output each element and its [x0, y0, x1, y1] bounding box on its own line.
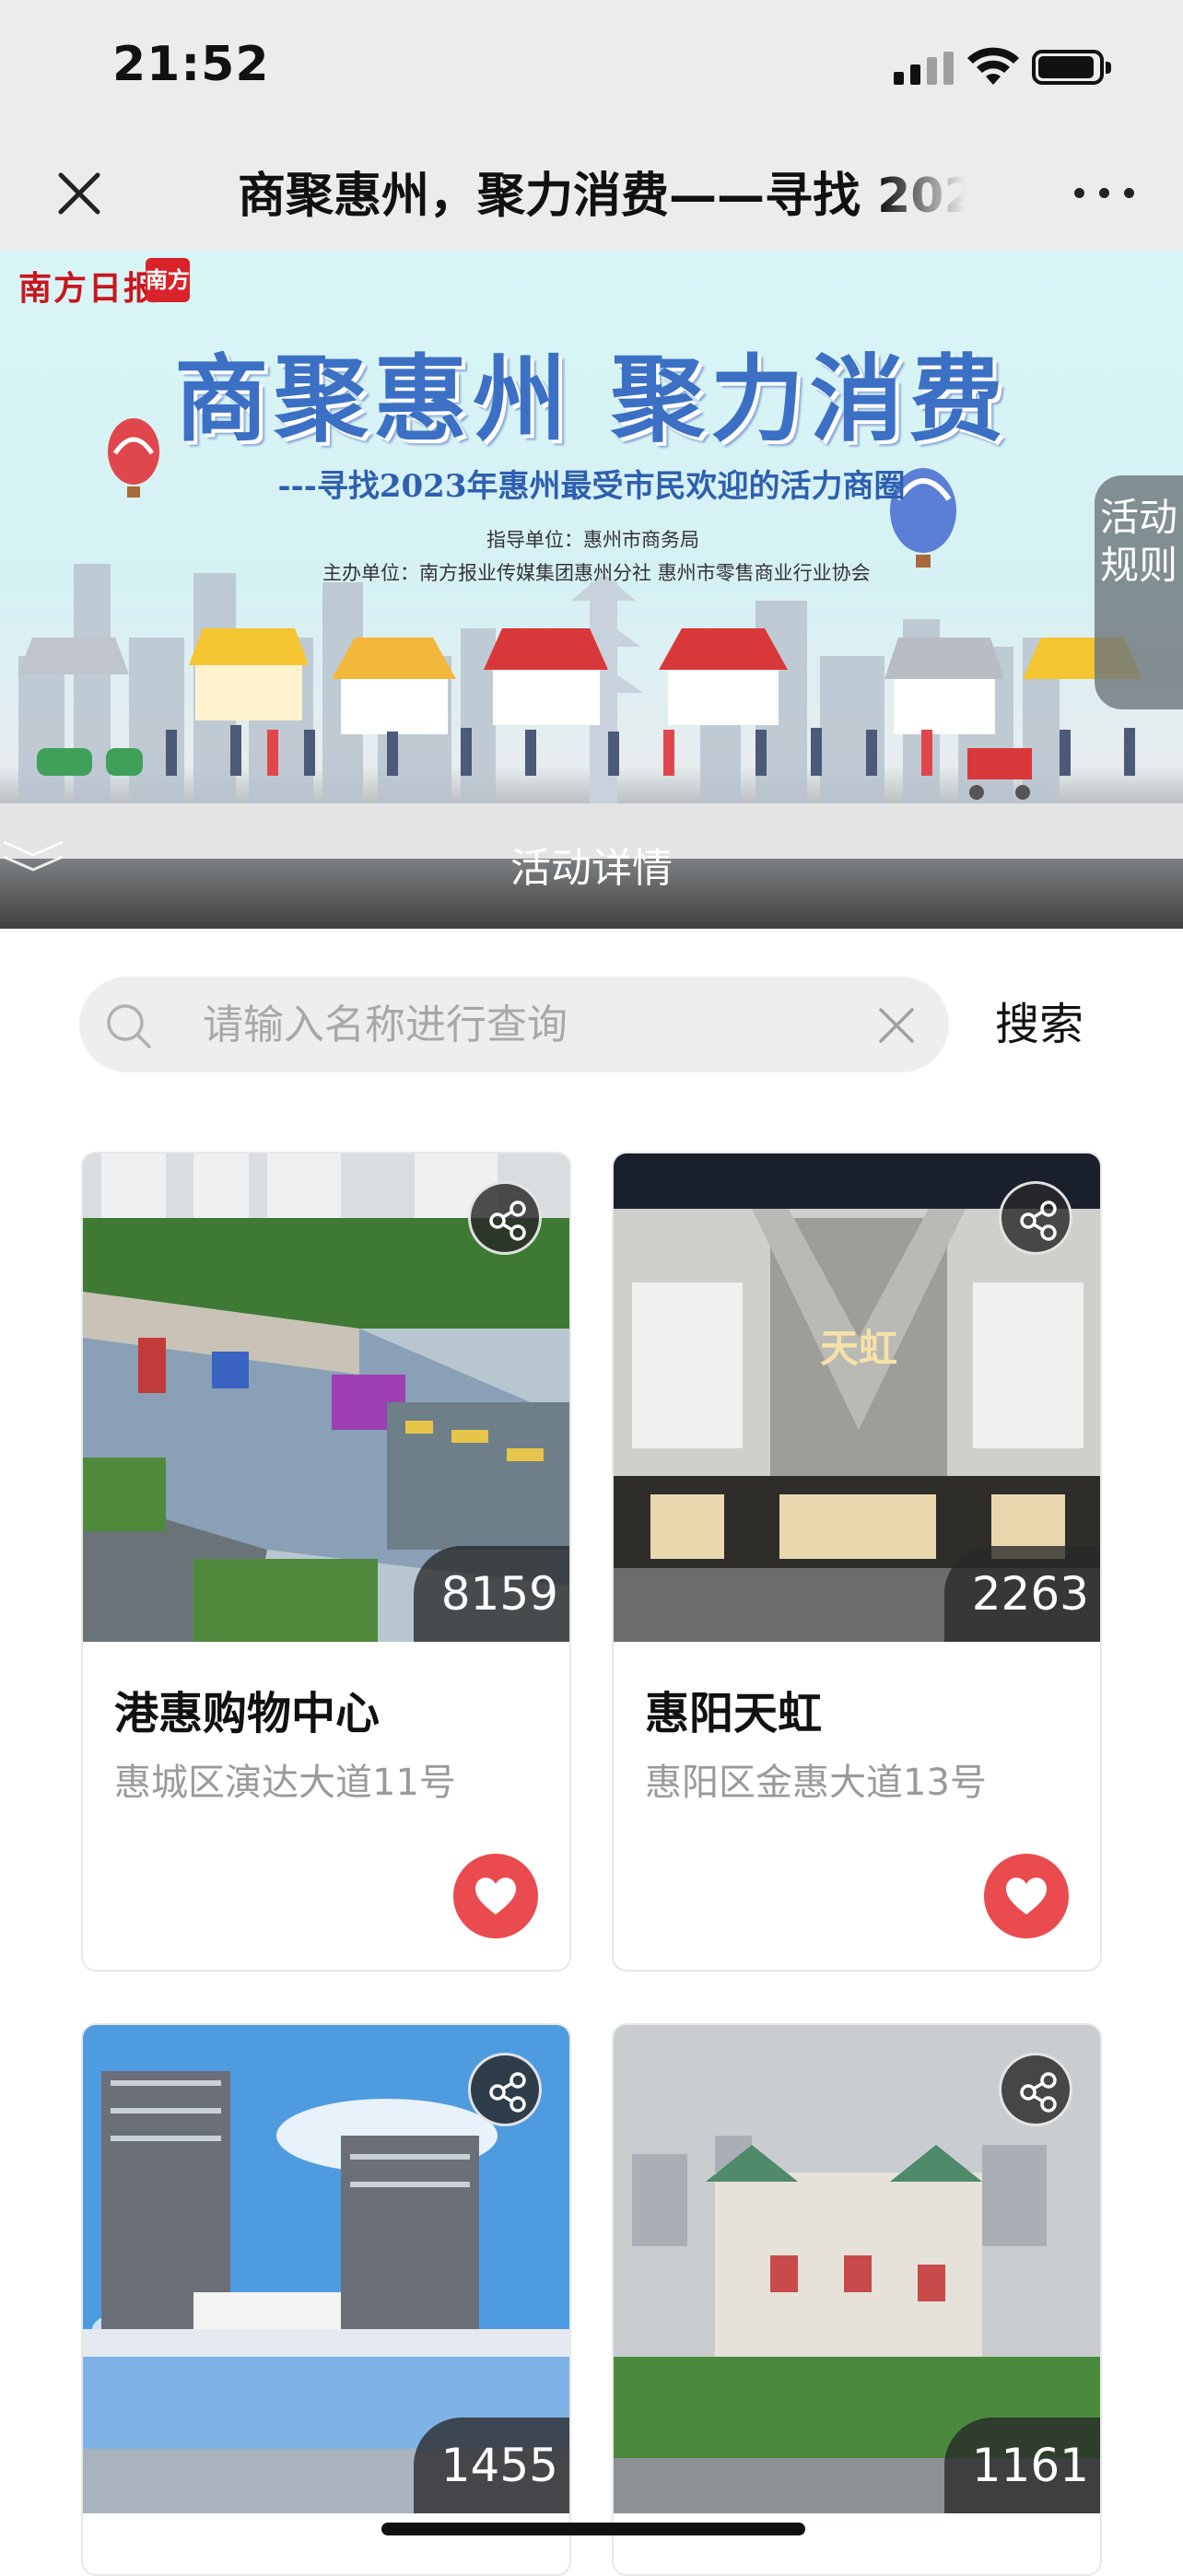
- venue-address: 惠阳区金惠大道13号: [645, 1762, 987, 1804]
- banner-host-unit: 主办单位：南方报业传媒集团惠州分社 惠州市零售商业行业协会: [322, 562, 871, 584]
- share-button[interactable]: [468, 2053, 542, 2126]
- nav-bar: 商聚惠州，聚力消费——寻找 2023: [0, 138, 1183, 251]
- venue-photo: 8159: [83, 1153, 569, 1642]
- double-chevron-down-icon: [3, 840, 64, 872]
- cellular-signal-icon: [894, 52, 955, 85]
- banner-guide-unit: 指导单位：惠州市商务局: [486, 529, 699, 551]
- clear-icon[interactable]: [873, 1002, 919, 1048]
- banner-subtitle: ---寻找2023年惠州最受市民欢迎的活力商圈: [277, 468, 906, 505]
- home-indicator[interactable]: [381, 2523, 805, 2535]
- vote-count: 2263: [943, 1546, 1100, 1642]
- share-icon: [1020, 1200, 1057, 1241]
- clock: 21:52: [112, 37, 270, 92]
- wifi-icon: [967, 47, 1019, 85]
- heart-icon: [475, 1878, 516, 1914]
- venue-name: 港惠购物中心: [114, 1688, 381, 1739]
- vote-count: 8159: [413, 1546, 569, 1642]
- page-title: 商聚惠州，聚力消费——寻找 2023: [238, 169, 966, 224]
- banner-title: 商聚惠州 聚力消费: [174, 345, 1009, 455]
- venue-card[interactable]: 1455: [81, 2023, 571, 2576]
- activity-rules-button[interactable]: 活动规则: [1095, 475, 1183, 709]
- share-button[interactable]: [468, 1181, 542, 1255]
- close-icon[interactable]: [48, 162, 111, 225]
- like-button[interactable]: [453, 1854, 538, 1938]
- venue-name: 惠阳天虹: [645, 1688, 823, 1739]
- search-bar: [79, 977, 949, 1072]
- battery-icon: [1032, 50, 1111, 85]
- heart-icon: [1006, 1878, 1047, 1914]
- vote-count: 1455: [413, 2418, 569, 2513]
- search-input[interactable]: [203, 977, 829, 1072]
- venue-photo: 天虹 2263: [614, 1153, 1100, 1642]
- activity-details-label: 活动详情: [510, 845, 673, 892]
- venue-card[interactable]: 天虹 2263 惠阳天虹 惠阳区金惠大道13号: [612, 1152, 1102, 1972]
- like-button[interactable]: [984, 1854, 1069, 1938]
- venue-address: 惠城区演达大道11号: [114, 1762, 456, 1804]
- publisher-badge: 南方: [146, 258, 190, 302]
- share-button[interactable]: [999, 2053, 1072, 2126]
- share-icon: [1020, 2072, 1057, 2113]
- more-options-icon[interactable]: [1072, 179, 1137, 206]
- venue-photo: 1455: [83, 2025, 569, 2513]
- venue-photo: 1161: [614, 2025, 1100, 2513]
- event-banner: 南方日报 南方 商聚惠州 聚力消费 ---寻找2023年惠州最受市民欢迎的活力商…: [0, 251, 1183, 929]
- venue-card[interactable]: 8159 港惠购物中心 惠城区演达大道11号: [81, 1152, 571, 1972]
- search-icon: [107, 1004, 151, 1048]
- publisher-logo: 南方日报: [18, 269, 159, 308]
- search-button[interactable]: 搜索: [995, 986, 1083, 1063]
- vote-count: 1161: [943, 2418, 1100, 2513]
- venue-card[interactable]: 1161: [612, 2023, 1102, 2576]
- activity-details-toggle[interactable]: 活动详情: [0, 835, 1183, 908]
- status-bar: 21:52: [0, 0, 1183, 138]
- store-sign: 天虹: [819, 1326, 897, 1371]
- share-icon: [489, 2072, 526, 2113]
- share-button[interactable]: [999, 1181, 1072, 1255]
- share-icon: [489, 1200, 526, 1241]
